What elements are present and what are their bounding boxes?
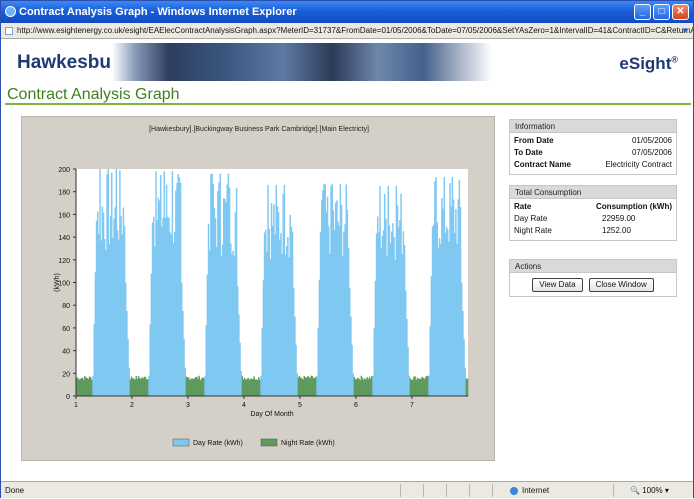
legend-label: Day Rate (kWh) <box>193 440 243 447</box>
zoom-level[interactable]: 🔍 100% ▾ <box>630 482 669 499</box>
info-row: From Date 01/05/2006 <box>510 135 676 147</box>
actions-header: Actions <box>510 260 676 273</box>
night-bar <box>466 378 469 396</box>
y-axis-label: (kWh) <box>54 273 61 292</box>
y-tick-label: 180 <box>58 190 70 197</box>
view-data-button[interactable]: View Data <box>532 278 583 292</box>
y-tick-label: 40 <box>62 349 70 356</box>
internet-zone-icon <box>510 487 518 495</box>
info-value: 01/05/2006 <box>631 136 672 145</box>
title-bar: Contract Analysis Graph - Windows Intern… <box>1 1 693 23</box>
status-text: Done <box>5 486 25 495</box>
x-tick-label: 3 <box>186 402 190 409</box>
ie-icon <box>5 6 16 17</box>
page-icon <box>5 27 13 35</box>
info-label: Contract Name <box>514 160 571 169</box>
info-row: Contract Name Electricity Contract <box>510 159 676 171</box>
info-value: 07/05/2006 <box>631 148 672 157</box>
legend-label: Night Rate (kWh) <box>281 440 335 447</box>
address-bar[interactable]: http://www.esightenergy.co.uk/esight/EAE… <box>1 23 693 39</box>
consumption-chart: 0204060801001201401601802001 2 3 4 5 6 7Day Of… <box>54 167 469 447</box>
y-tick-label: 20 <box>62 371 70 378</box>
x-axis-label: Day Of Month <box>250 411 293 418</box>
actions-panel: Actions View Data Close Window <box>509 259 677 297</box>
close-button[interactable]: ✕ <box>672 4 689 20</box>
minimize-button[interactable]: _ <box>634 4 651 20</box>
total-consumption-panel: Total Consumption Rate Consumption (kWh) … <box>509 185 677 241</box>
x-tick-label: 7 <box>410 402 414 409</box>
x-tick-label: 4 <box>242 402 246 409</box>
information-header: Information <box>510 120 676 133</box>
chevron-down-icon[interactable]: ▼ <box>681 23 691 38</box>
legend-swatch <box>260 438 278 447</box>
legend-swatch <box>172 438 190 447</box>
maximize-button[interactable]: □ <box>653 4 670 20</box>
consumption-header: Total Consumption <box>510 186 676 199</box>
y-tick-label: 200 <box>58 167 70 174</box>
status-bar: Done Internet 🔍 100% ▾ <box>1 481 693 498</box>
information-panel: Information From Date 01/05/2006 To Date 07… <box>509 119 677 175</box>
y-tick-label: 80 <box>62 303 70 310</box>
info-label: From Date <box>514 136 554 145</box>
page-title: Contract Analysis Graph <box>5 85 691 105</box>
y-tick-label: 140 <box>58 235 70 242</box>
consumption-row: Day Rate 22959.00 <box>514 214 636 223</box>
banner-photo <box>112 43 492 81</box>
site-banner: Hawkesbury eSight® <box>2 39 692 85</box>
x-tick-label: 5 <box>298 402 302 409</box>
y-tick-label: 160 <box>58 212 70 219</box>
window-title: Contract Analysis Graph - Windows Intern… <box>19 6 297 18</box>
x-tick-label: 1 <box>74 402 78 409</box>
esight-logo: eSight® <box>619 54 678 73</box>
info-row: To Date 07/05/2006 <box>510 147 676 159</box>
y-tick-label: 60 <box>62 326 70 333</box>
y-tick-label: 120 <box>58 258 70 265</box>
consumption-head-row: Rate Consumption (kWh) <box>514 202 672 211</box>
x-tick-label: 6 <box>354 402 358 409</box>
address-url[interactable]: http://www.esightenergy.co.uk/esight/EAE… <box>17 26 693 35</box>
browser-window: Contract Analysis Graph - Windows Intern… <box>0 0 694 498</box>
info-label: To Date <box>514 148 543 157</box>
y-tick-label: 0 <box>66 394 70 401</box>
consumption-row: Night Rate 1252.00 <box>514 226 631 235</box>
close-window-button[interactable]: Close Window <box>588 278 654 292</box>
chart-panel: [Hawkesbury].[Buckingway Business Park C… <box>21 116 495 461</box>
security-zone: Internet <box>522 486 550 495</box>
info-value: Electricity Contract <box>605 160 672 169</box>
x-tick-label: 2 <box>130 402 134 409</box>
